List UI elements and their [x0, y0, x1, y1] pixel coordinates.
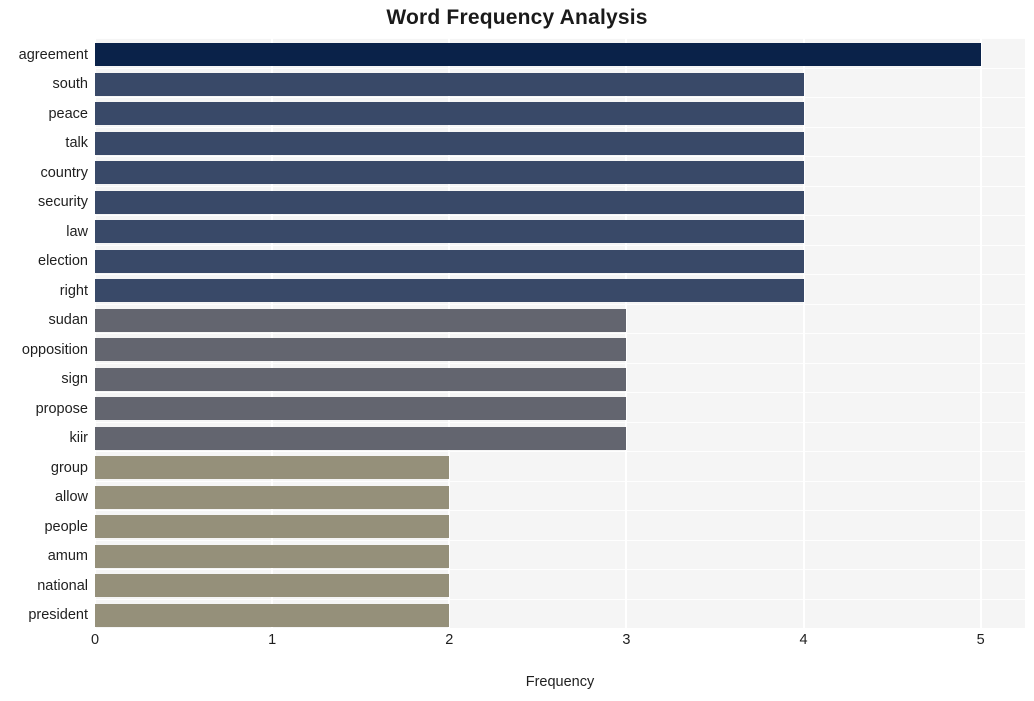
y-tick-label: president: [28, 607, 88, 624]
chart-title: Word Frequency Analysis: [386, 6, 648, 29]
bar[interactable]: [95, 161, 804, 185]
horizontal-gridline: [95, 510, 1025, 511]
bar[interactable]: [95, 220, 804, 244]
y-tick-label: people: [44, 518, 88, 535]
bar[interactable]: [95, 131, 804, 155]
y-tick-label: country: [40, 164, 88, 181]
y-tick-label: security: [38, 194, 88, 211]
bar[interactable]: [95, 102, 804, 126]
x-tick-label: 5: [976, 632, 985, 648]
bar[interactable]: [95, 456, 450, 480]
y-tick-label: amum: [47, 548, 88, 565]
horizontal-gridline: [95, 333, 1025, 334]
y-tick-label: opposition: [21, 341, 88, 358]
y-tick-label: talk: [65, 135, 88, 152]
horizontal-gridline: [95, 38, 1025, 39]
horizontal-gridline: [95, 481, 1025, 482]
bar[interactable]: [95, 603, 450, 627]
bar[interactable]: [95, 338, 627, 362]
x-tick-label: 1: [268, 632, 277, 648]
y-tick-label: agreement: [18, 46, 88, 63]
x-tick-label: 2: [445, 632, 454, 648]
y-tick-label: right: [59, 282, 88, 299]
y-tick-label: south: [52, 76, 88, 93]
horizontal-gridline: [95, 274, 1025, 275]
horizontal-gridline: [95, 363, 1025, 364]
horizontal-gridline: [95, 304, 1025, 305]
y-tick-label: allow: [54, 489, 88, 506]
horizontal-gridline: [95, 97, 1025, 98]
y-tick-label: election: [38, 253, 88, 270]
y-tick-label: law: [66, 223, 88, 240]
bar[interactable]: [95, 279, 804, 303]
y-axis-tick-labels: agreement south peace talk country security la…: [0, 38, 88, 628]
y-tick-label: propose: [35, 400, 88, 417]
bar[interactable]: [95, 574, 450, 598]
bar[interactable]: [95, 43, 981, 67]
horizontal-gridline: [95, 540, 1025, 541]
y-tick-label: sign: [61, 371, 88, 388]
bar[interactable]: [95, 367, 627, 391]
bar[interactable]: [95, 72, 804, 96]
horizontal-gridline: [95, 422, 1025, 423]
y-tick-label: peace: [48, 105, 88, 122]
horizontal-gridline: [95, 392, 1025, 393]
horizontal-gridline: [95, 451, 1025, 452]
y-tick-label: national: [37, 577, 88, 594]
horizontal-gridline: [95, 245, 1025, 246]
x-tick-label: 3: [622, 632, 631, 648]
x-axis-tick-labels: 0 1 2 3 4 5: [91, 632, 1025, 656]
bar[interactable]: [95, 515, 450, 539]
y-tick-label: kiir: [69, 430, 88, 447]
plot-area: [95, 38, 1025, 628]
x-axis-label: Frequency: [525, 674, 595, 690]
bar[interactable]: [95, 544, 450, 568]
x-tick-label: 4: [799, 632, 808, 648]
x-tick-label: 0: [90, 632, 100, 648]
chart-figure: Word Frequency Analysis agreement south pe…: [0, 0, 1034, 701]
bar[interactable]: [95, 249, 804, 273]
bar[interactable]: [95, 308, 627, 332]
horizontal-gridline: [95, 68, 1025, 69]
y-tick-label: group: [50, 459, 88, 476]
horizontal-gridline: [95, 186, 1025, 187]
y-tick-label: sudan: [48, 312, 88, 329]
horizontal-gridline: [95, 127, 1025, 128]
horizontal-gridline: [95, 599, 1025, 600]
bar[interactable]: [95, 485, 450, 509]
horizontal-gridline: [95, 156, 1025, 157]
bar[interactable]: [95, 397, 627, 421]
bar[interactable]: [95, 426, 627, 450]
horizontal-gridline: [95, 569, 1025, 570]
bar[interactable]: [95, 190, 804, 214]
horizontal-gridline: [95, 215, 1025, 216]
